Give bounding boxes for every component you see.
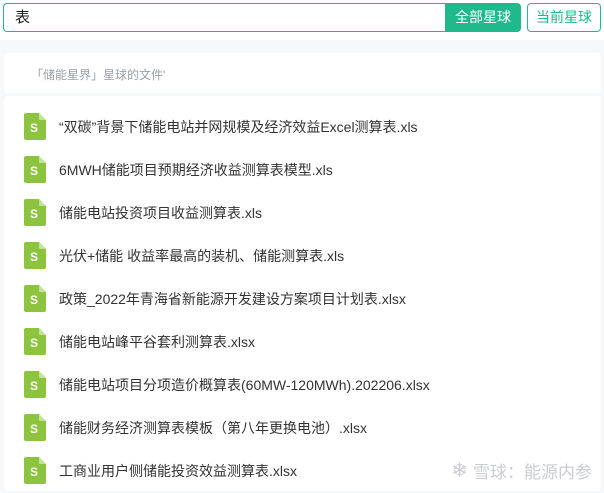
- svg-text:S: S: [30, 121, 38, 135]
- svg-text:S: S: [30, 465, 38, 479]
- svg-text:S: S: [30, 207, 38, 221]
- search-current-planet-button[interactable]: 当前星球: [527, 3, 601, 32]
- search-bar: 表 全部星球 当前星球: [0, 0, 604, 40]
- file-item[interactable]: S 政策_2022年青海省新能源开发建设方案项目计划表.xlsx: [4, 278, 601, 321]
- spreadsheet-file-icon: S: [24, 242, 46, 269]
- svg-text:S: S: [30, 422, 38, 436]
- svg-text:S: S: [30, 379, 38, 393]
- spreadsheet-file-icon: S: [24, 371, 46, 398]
- file-name: 政策_2022年青海省新能源开发建设方案项目计划表.xlsx: [59, 291, 406, 307]
- section-title: 「储能星界」星球的文件': [31, 68, 166, 82]
- svg-text:S: S: [30, 250, 38, 264]
- file-name: 储能电站峰平谷套利测算表.xlsx: [59, 334, 255, 350]
- file-item[interactable]: S 6MWH储能项目预期经济收益测算表模型.xls: [4, 149, 601, 192]
- file-item[interactable]: S “双碳”背景下储能电站并网规模及经济效益Excel测算表.xls: [4, 106, 601, 149]
- spreadsheet-file-icon: S: [24, 328, 46, 355]
- file-name: 储能财务经济测算表模板（第八年更换电池）.xlsx: [59, 420, 367, 436]
- spreadsheet-file-icon: S: [24, 199, 46, 226]
- spreadsheet-file-icon: S: [24, 113, 46, 140]
- search-input[interactable]: 表: [3, 3, 446, 32]
- file-name: 储能电站投资项目收益测算表.xls: [59, 205, 262, 221]
- file-name: “双碳”背景下储能电站并网规模及经济效益Excel测算表.xls: [59, 119, 418, 135]
- file-item[interactable]: S 储能电站项目分项造价概算表(60MW-120MWh).202206.xlsx: [4, 364, 601, 407]
- search-all-planets-button[interactable]: 全部星球: [445, 3, 521, 32]
- snowball-logo-icon: ❄: [451, 459, 468, 482]
- spreadsheet-file-icon: S: [24, 285, 46, 312]
- file-item[interactable]: S 储能电站投资项目收益测算表.xls: [4, 192, 601, 235]
- file-name: 储能电站项目分项造价概算表(60MW-120MWh).202206.xlsx: [59, 377, 430, 393]
- file-name: 6MWH储能项目预期经济收益测算表模型.xls: [59, 162, 333, 178]
- file-name: 工商业用户侧储能投资效益测算表.xlsx: [59, 463, 297, 479]
- svg-text:S: S: [30, 293, 38, 307]
- file-item[interactable]: S 储能电站峰平谷套利测算表.xlsx: [4, 321, 601, 364]
- spreadsheet-file-icon: S: [24, 457, 46, 484]
- spreadsheet-file-icon: S: [24, 156, 46, 183]
- spreadsheet-file-icon: S: [24, 414, 46, 441]
- file-list: S “双碳”背景下储能电站并网规模及经济效益Excel测算表.xls S 6MWH储能…: [4, 96, 601, 491]
- file-item[interactable]: S 储能财务经济测算表模板（第八年更换电池）.xlsx: [4, 407, 601, 450]
- file-name: 光伏+储能 收益率最高的装机、储能测算表.xls: [59, 248, 345, 264]
- section-header: 「储能星界」星球的文件': [4, 53, 601, 93]
- file-item[interactable]: S 光伏+储能 收益率最高的装机、储能测算表.xls: [4, 235, 601, 278]
- watermark: ❄ 雪球：能源内参: [451, 458, 592, 483]
- svg-text:S: S: [30, 336, 38, 350]
- watermark-text: 雪球：能源内参: [473, 463, 592, 482]
- svg-text:S: S: [30, 164, 38, 178]
